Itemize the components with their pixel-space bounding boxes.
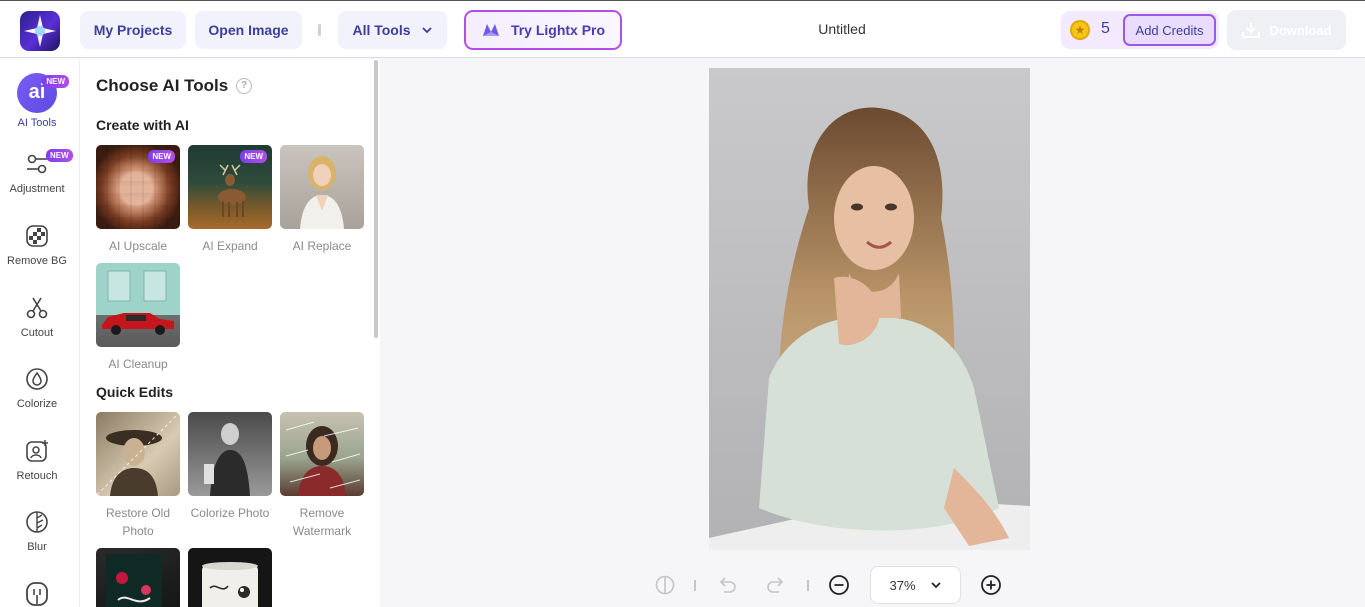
tool-icon xyxy=(26,582,48,606)
chevron-down-icon xyxy=(930,582,941,589)
portrait-photo xyxy=(709,68,1030,550)
rail-label: Retouch xyxy=(16,470,58,482)
header-divider xyxy=(318,24,321,36)
add-credits-button[interactable]: Add Credits xyxy=(1123,14,1216,46)
download-icon xyxy=(1242,23,1261,38)
rail-item-remove-bg[interactable]: Remove BG xyxy=(0,223,74,267)
red-car-illustration xyxy=(102,270,174,335)
drop-icon xyxy=(26,368,48,390)
poster-thumbnail xyxy=(96,548,180,607)
lightx-logo[interactable] xyxy=(20,11,60,51)
all-tools-dropdown[interactable]: All Tools xyxy=(338,11,447,49)
rail-item-ai-tools[interactable]: ai NEW AI Tools xyxy=(0,73,74,129)
tool-remove-watermark[interactable]: Remove Watermark xyxy=(280,412,364,540)
tool-partial-poster[interactable] xyxy=(96,548,180,607)
canvas-image[interactable] xyxy=(709,68,1030,550)
mug-illustration xyxy=(202,562,258,607)
vintage-portrait-illustration xyxy=(96,412,180,496)
try-pro-button[interactable]: Try Lightx Pro xyxy=(464,10,622,50)
rail-label: Adjustment xyxy=(9,183,65,195)
document-title[interactable]: Untitled xyxy=(790,21,894,37)
ai-replace-thumbnail xyxy=(280,145,364,229)
download-label: Download xyxy=(1269,22,1332,38)
new-badge: NEW xyxy=(148,150,175,163)
tool-label: AI Cleanup xyxy=(108,357,168,371)
colorize-thumbnail xyxy=(188,412,272,496)
rail-item-retouch[interactable]: Retouch xyxy=(0,438,74,482)
tool-label: AI Upscale xyxy=(108,239,168,253)
rail-item-cutout[interactable]: Cutout xyxy=(0,295,74,339)
tool-restore-old-photo[interactable]: Restore Old Photo xyxy=(96,412,180,540)
redo-icon[interactable] xyxy=(765,574,787,596)
try-pro-label: Try Lightx Pro xyxy=(510,22,606,38)
mug-thumbnail xyxy=(188,548,272,607)
section-quick-edits: Quick Edits xyxy=(96,384,174,400)
tool-ai-cleanup[interactable]: AI Cleanup xyxy=(96,263,180,373)
top-header: My Projects Open Image All Tools Try Lig… xyxy=(0,0,1365,58)
download-button[interactable]: Download xyxy=(1227,10,1346,50)
zoom-value: 37% xyxy=(889,577,916,593)
open-image-button[interactable]: Open Image xyxy=(195,11,302,49)
restore-thumbnail xyxy=(96,412,180,496)
panel-title: Choose AI Tools ? xyxy=(96,76,253,96)
ai-tools-panel: Choose AI Tools ? Create with AI NEW AI … xyxy=(80,59,380,607)
zoom-dropdown[interactable]: 37% xyxy=(870,566,961,604)
rail-item-colorize[interactable]: Colorize xyxy=(0,366,74,410)
ai-cleanup-thumbnail xyxy=(96,263,180,347)
tool-ai-expand[interactable]: NEW AI Expand xyxy=(188,145,272,255)
panel-title-text: Choose AI Tools xyxy=(96,76,229,95)
rail-label: Colorize xyxy=(16,398,58,410)
rail-item-more[interactable] xyxy=(0,580,74,607)
my-projects-button[interactable]: My Projects xyxy=(80,11,186,49)
coin-icon: ★ xyxy=(1070,20,1090,40)
tool-partial-mug[interactable] xyxy=(188,548,272,607)
tool-label: AI Expand xyxy=(202,239,258,253)
section-create-with-ai: Create with AI xyxy=(96,117,189,133)
ai-expand-thumbnail: NEW xyxy=(188,145,272,229)
poster-illustration xyxy=(106,554,162,607)
ai-upscale-thumbnail: NEW xyxy=(96,145,180,229)
canvas-toolbar: 37% xyxy=(640,566,1020,604)
rail-label: Remove BG xyxy=(7,255,67,267)
credits-widget: ★ 5 Add Credits xyxy=(1061,11,1219,49)
tool-ai-replace[interactable]: AI Replace xyxy=(280,145,364,255)
remove-bg-icon xyxy=(26,225,48,247)
help-icon[interactable]: ? xyxy=(236,78,253,94)
tool-label: AI Replace xyxy=(292,239,352,253)
tool-colorize-photo[interactable]: Colorize Photo xyxy=(188,412,272,522)
retouch-icon xyxy=(26,440,48,462)
rail-item-blur[interactable]: Blur xyxy=(0,509,74,553)
rail-item-adjustment[interactable]: NEW Adjustment xyxy=(0,149,74,195)
toolbar-divider xyxy=(807,580,809,591)
remove-watermark-thumbnail xyxy=(280,412,364,496)
scissors-icon xyxy=(26,297,48,319)
bw-portrait-illustration xyxy=(204,423,250,496)
chevron-down-icon xyxy=(421,27,432,34)
credits-count: 5 xyxy=(1101,20,1110,37)
panel-scrollbar[interactable] xyxy=(374,60,378,338)
rail-label: Blur xyxy=(27,541,47,553)
toolbar-divider xyxy=(694,580,696,591)
rail-label: AI Tools xyxy=(17,117,57,129)
tool-ai-upscale[interactable]: NEW AI Upscale xyxy=(96,145,180,255)
portrait-illustration xyxy=(300,156,344,229)
pro-icon xyxy=(482,24,499,36)
tool-label: Colorize Photo xyxy=(190,506,270,520)
blur-leaf-icon xyxy=(26,511,48,533)
compare-icon[interactable] xyxy=(654,574,676,596)
zoom-in-icon[interactable] xyxy=(980,574,1002,596)
all-tools-label: All Tools xyxy=(352,22,411,38)
watermarked-portrait-illustration xyxy=(285,421,361,496)
ai-icon: ai NEW xyxy=(17,73,69,113)
zoom-out-icon[interactable] xyxy=(828,574,850,596)
tool-label: Restore Old Photo xyxy=(105,506,171,538)
tool-label: Remove Watermark xyxy=(292,506,352,538)
new-badge: NEW xyxy=(42,75,69,88)
rail-label: Cutout xyxy=(20,327,54,339)
undo-icon[interactable] xyxy=(716,574,738,596)
new-badge: NEW xyxy=(240,150,267,163)
new-badge: NEW xyxy=(46,149,73,162)
tool-rail: ai NEW AI Tools NEW Adjustment Remove BG… xyxy=(0,59,80,607)
